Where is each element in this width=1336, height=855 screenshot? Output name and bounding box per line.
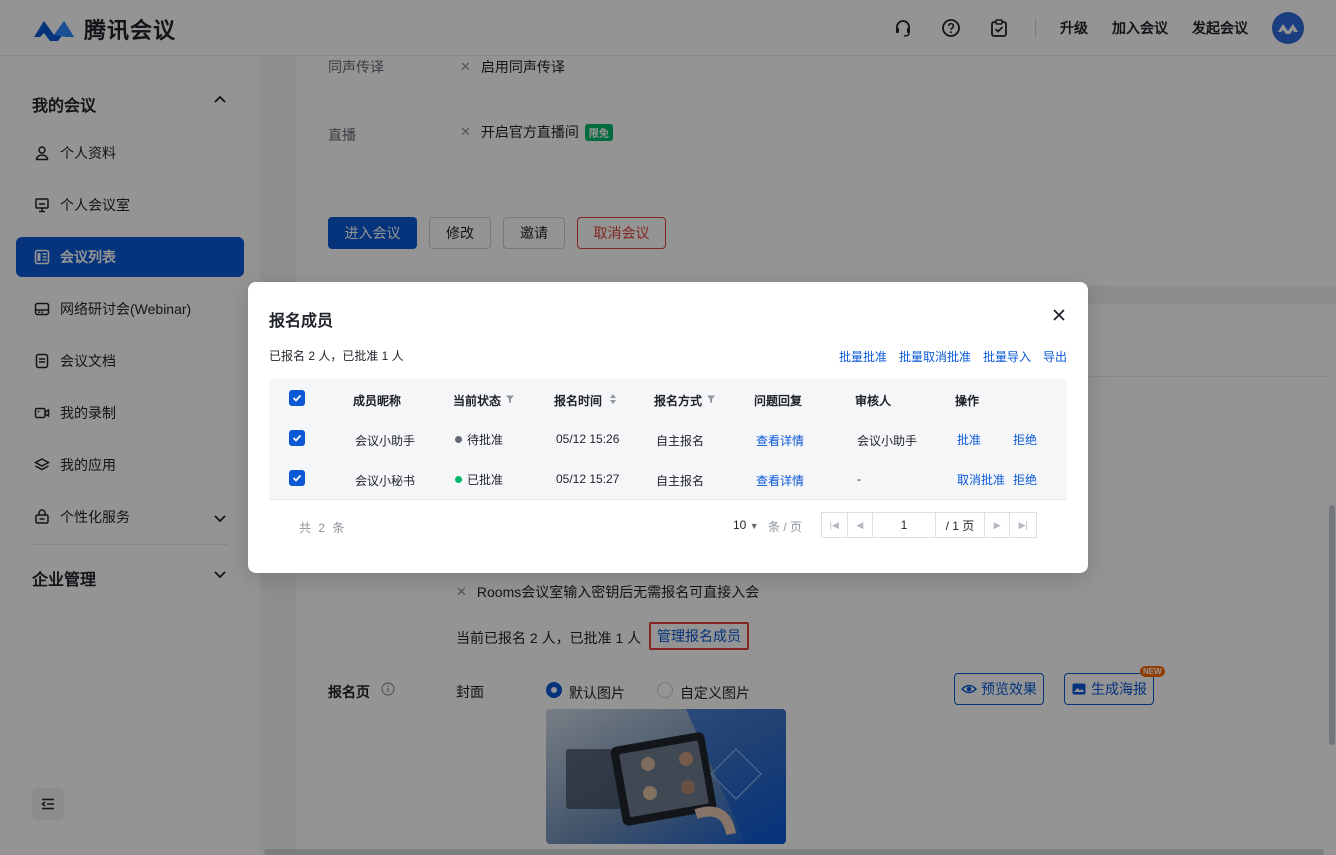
reviewer: 会议小助手 — [857, 434, 918, 448]
first-page-icon[interactable]: |◀ — [822, 513, 848, 537]
status-dot — [455, 436, 462, 443]
column-header-method[interactable]: 报名方式 — [654, 392, 702, 409]
view-details-link[interactable]: 查看详情 — [756, 472, 804, 489]
row-checkbox[interactable] — [289, 430, 305, 446]
sort-icon[interactable] — [609, 393, 617, 405]
check-icon — [292, 474, 302, 482]
page-size-unit: 条 / 页 — [768, 520, 803, 534]
total-count: 共 2 条 — [299, 521, 347, 535]
registration-method: 自主报名 — [656, 434, 705, 448]
registrants-dialog: 报名成员 已报名 2 人，已批准 1 人 批量批准 批量取消批准 批量导入 导出… — [248, 282, 1088, 573]
page-size-select[interactable]: 10 ▼ — [733, 518, 759, 532]
check-icon — [292, 434, 302, 442]
registrants-table: 成员昵称 当前状态 报名时间 报名方式 问题回复 审核人 操作 会议小助手 待批… — [269, 379, 1067, 500]
caret-down-icon: ▼ — [749, 521, 759, 531]
reject-link[interactable]: 拒绝 — [1013, 471, 1037, 488]
member-status: 已批准 — [455, 471, 503, 488]
column-header-status[interactable]: 当前状态 — [453, 392, 501, 409]
approve-link[interactable]: 批准 — [957, 431, 981, 448]
page-input[interactable]: 1 — [873, 513, 936, 537]
column-header-time[interactable]: 报名时间 — [554, 392, 602, 409]
close-icon[interactable] — [1051, 307, 1067, 323]
page-size-value: 10 — [733, 518, 747, 532]
registration-method: 自主报名 — [656, 474, 705, 488]
registration-time: 05/12 15:27 — [556, 472, 620, 486]
status-text: 已批准 — [467, 473, 504, 487]
bulk-import-link[interactable]: 批量导入 — [983, 348, 1031, 365]
unapprove-link[interactable]: 取消批准 — [957, 471, 1005, 488]
reject-link[interactable]: 拒绝 — [1013, 431, 1037, 448]
dialog-summary: 已报名 2 人，已批准 1 人 — [269, 349, 404, 363]
dialog-title: 报名成员 — [269, 313, 334, 330]
bulk-actions: 批量批准 批量取消批准 批量导入 导出 — [839, 348, 1067, 365]
view-details-link[interactable]: 查看详情 — [756, 432, 804, 449]
bulk-unapprove-link[interactable]: 批量取消批准 — [899, 348, 971, 365]
export-link[interactable]: 导出 — [1043, 348, 1067, 365]
row-checkbox[interactable] — [289, 470, 305, 486]
column-header-reviewer: 审核人 — [855, 394, 892, 408]
column-header-nickname: 成员昵称 — [353, 394, 402, 408]
status-text: 待批准 — [467, 433, 504, 447]
filter-icon[interactable] — [505, 394, 515, 404]
registration-time: 05/12 15:26 — [556, 432, 620, 446]
status-dot — [455, 476, 462, 483]
filter-icon[interactable] — [706, 394, 716, 404]
select-all-checkbox[interactable] — [289, 390, 305, 406]
pagination: |◀ ◀ 1 / 1 页 ▶ ▶| — [821, 512, 1037, 538]
check-icon — [292, 394, 302, 402]
member-nickname: 会议小秘书 — [355, 474, 416, 488]
prev-page-icon[interactable]: ◀ — [848, 513, 874, 537]
reviewer: - — [857, 472, 861, 486]
member-nickname: 会议小助手 — [355, 434, 416, 448]
column-header-actions: 操作 — [955, 394, 980, 408]
member-status: 待批准 — [455, 431, 503, 448]
column-header-reply: 问题回复 — [754, 394, 803, 408]
page-total: / 1 页 — [936, 513, 985, 537]
next-page-icon[interactable]: ▶ — [985, 513, 1011, 537]
last-page-icon[interactable]: ▶| — [1010, 513, 1036, 537]
bulk-approve-link[interactable]: 批量批准 — [839, 348, 887, 365]
